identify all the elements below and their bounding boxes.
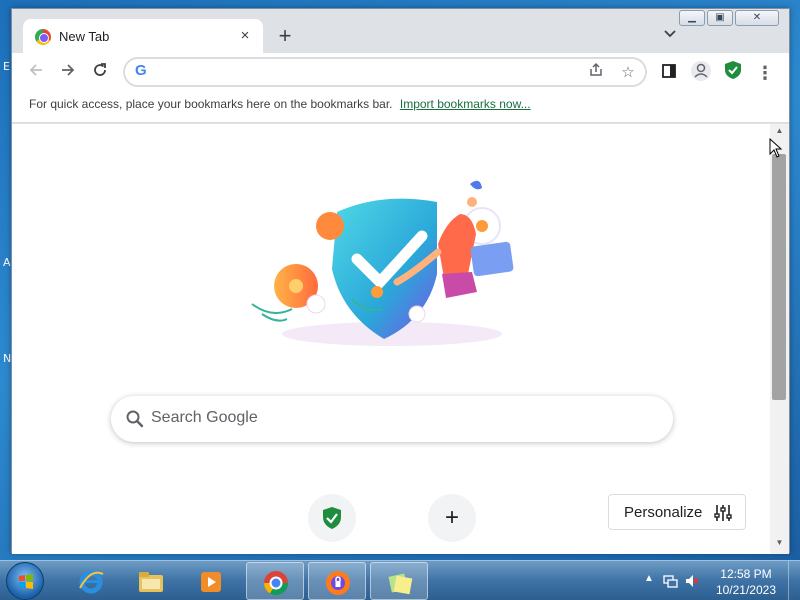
taskbar-internet-explorer[interactable]: [62, 562, 120, 600]
share-icon[interactable]: [585, 62, 607, 84]
taskbar: ▲ 12:58 PM 10/21/2023: [0, 560, 800, 600]
search-placeholder: Search Google: [151, 409, 258, 426]
minimize-button[interactable]: ▁: [679, 10, 705, 26]
tab-search-chevron-icon[interactable]: [659, 26, 681, 48]
taskbar-file-explorer[interactable]: [122, 562, 180, 600]
back-arrow-icon[interactable]: [23, 60, 49, 86]
plus-icon: +: [444, 504, 459, 531]
taskbar-sticky-notes[interactable]: [370, 562, 428, 600]
tab-close-icon[interactable]: ×: [235, 26, 255, 46]
maximize-button[interactable]: ▣: [707, 10, 733, 26]
google-g-icon: G: [135, 62, 147, 79]
personalize-label: Personalize: [624, 504, 703, 521]
scroll-thumb[interactable]: [772, 154, 786, 400]
media-player-icon: [201, 572, 221, 592]
search-box[interactable]: Search Google: [111, 396, 673, 442]
clock-time: 12:58 PM: [720, 567, 772, 581]
bookmarks-bar-message: For quick access, place your bookmarks h…: [29, 97, 393, 111]
browser-toolbar: G ☆ ⋮: [12, 53, 789, 93]
address-bar[interactable]: G ☆: [123, 57, 647, 87]
taskbar-avast-browser[interactable]: [308, 562, 366, 600]
chrome-icon: [264, 571, 288, 596]
browser-window: New Tab × + ▁ ▣ ✕ G ☆ ⋮ For quick access…: [11, 8, 790, 554]
add-shortcut-button[interactable]: +: [428, 494, 476, 542]
secure-browser-icon: [326, 571, 350, 595]
windows-logo-icon: [19, 574, 33, 589]
taskbar-media-player[interactable]: [182, 562, 240, 600]
new-tab-button[interactable]: +: [272, 24, 298, 50]
forward-arrow-icon[interactable]: [55, 60, 81, 86]
vertical-scrollbar[interactable]: ▲ ▼: [770, 124, 789, 554]
personalize-button[interactable]: Personalize: [608, 494, 746, 530]
tab-strip: New Tab × + ▁ ▣ ✕: [12, 9, 789, 53]
window-controls: ▁ ▣ ✕: [679, 10, 779, 26]
sticky-notes-icon: [388, 573, 413, 595]
browser-favicon-icon: [35, 29, 51, 45]
show-hidden-icons-arrow-icon[interactable]: ▲: [644, 573, 654, 584]
system-tray: ▲ 12:58 PM 10/21/2023: [640, 561, 800, 600]
shield-check-icon: [323, 507, 341, 529]
profile-avatar-icon[interactable]: [688, 60, 714, 86]
close-window-button[interactable]: ✕: [735, 10, 779, 26]
security-hero-illustration: [251, 180, 514, 346]
network-icon[interactable]: [662, 573, 678, 589]
folder-icon: [139, 572, 163, 592]
new-tab-page: Search Google + Personalize: [12, 124, 770, 554]
tune-sliders-icon: [714, 505, 732, 521]
bookmarks-bar: For quick access, place your bookmarks h…: [12, 93, 789, 123]
internet-explorer-icon: [79, 570, 104, 594]
desktop-icon-label[interactable]: E: [3, 60, 10, 73]
clock-date: 10/21/2023: [715, 583, 776, 597]
mouse-cursor-icon: [769, 138, 783, 158]
desktop-icon-label[interactable]: A: [3, 256, 11, 269]
shortcut-tile-security[interactable]: [308, 494, 356, 542]
desktop-icon-label[interactable]: N: [3, 352, 11, 365]
menu-kebab-icon[interactable]: ⋮: [752, 60, 778, 86]
search-icon: [126, 410, 144, 428]
tab-new-tab[interactable]: New Tab ×: [23, 19, 263, 53]
clock[interactable]: 12:58 PM 10/21/2023: [716, 566, 776, 598]
show-desktop-button[interactable]: [788, 561, 800, 600]
import-bookmarks-link[interactable]: Import bookmarks now...: [400, 97, 531, 111]
tab-title: New Tab: [59, 29, 110, 44]
taskbar-chrome[interactable]: [246, 562, 304, 600]
side-panel-icon[interactable]: [656, 60, 682, 86]
volume-muted-icon[interactable]: [684, 573, 700, 589]
scroll-down-arrow-icon[interactable]: ▼: [770, 538, 789, 552]
start-button[interactable]: [6, 562, 44, 600]
bookmark-star-icon[interactable]: ☆: [617, 62, 639, 84]
security-extension-shield-icon[interactable]: [720, 60, 746, 86]
reload-icon[interactable]: [87, 60, 113, 86]
